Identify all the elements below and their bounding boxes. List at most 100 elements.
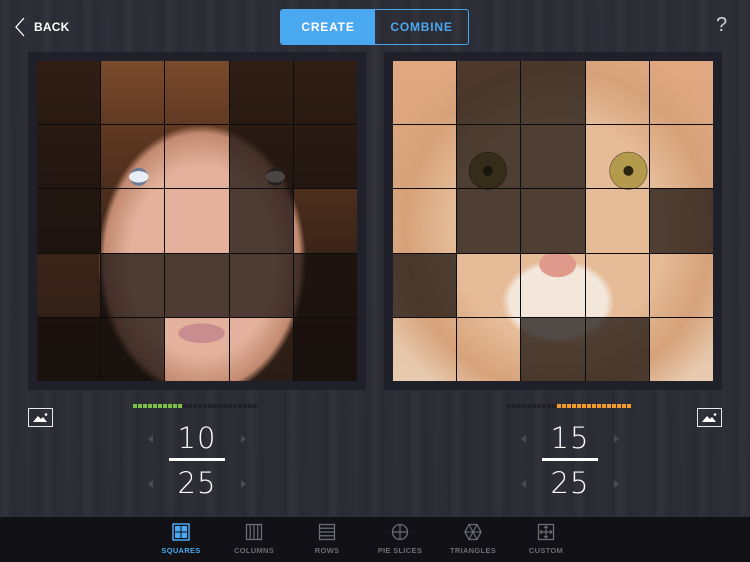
back-button[interactable]: BACK: [14, 14, 69, 40]
puzzle-tile[interactable]: [37, 125, 101, 189]
tool-label: TRIANGLES: [449, 546, 497, 555]
puzzle-tile[interactable]: [165, 253, 229, 318]
puzzle-tile[interactable]: [393, 317, 457, 381]
puzzle-tile[interactable]: [293, 189, 357, 253]
puzzle-tile[interactable]: [37, 189, 101, 253]
puzzle-tile[interactable]: [37, 317, 101, 381]
puzzle-tile[interactable]: [393, 125, 457, 189]
puzzle-tile[interactable]: [393, 189, 457, 253]
meter-segment: [522, 404, 526, 408]
puzzle-tile[interactable]: [585, 253, 649, 317]
puzzle-tile[interactable]: [101, 253, 165, 318]
meter-segment: [223, 404, 227, 408]
meter-segment: [582, 404, 586, 408]
meter-segment: [253, 404, 257, 408]
tool-label: SQUARES: [161, 546, 201, 555]
tool-rows[interactable]: ROWS: [292, 523, 362, 561]
meter-segment: [173, 404, 177, 408]
meter-segment: [602, 404, 606, 408]
puzzle-tile[interactable]: [165, 125, 229, 189]
meter-segment: [617, 404, 621, 408]
puzzle-tile[interactable]: [457, 189, 521, 253]
puzzle-tile[interactable]: [521, 125, 585, 189]
meter-segment: [607, 404, 611, 408]
meter-segment: [587, 404, 591, 408]
puzzle-tile[interactable]: [37, 61, 101, 125]
puzzle-tile[interactable]: [101, 317, 165, 381]
left-denominator-decrement-arrow[interactable]: [148, 480, 153, 488]
puzzle-tile[interactable]: [457, 317, 521, 381]
puzzle-tile[interactable]: [585, 189, 649, 253]
meter-segment: [557, 404, 561, 408]
puzzle-tile[interactable]: [393, 253, 457, 318]
puzzle-tile[interactable]: [165, 317, 229, 381]
right-fraction-bar: [542, 458, 598, 461]
chevron-left-icon: [15, 17, 25, 37]
puzzle-tile[interactable]: [229, 317, 293, 381]
meter-segment: [622, 404, 626, 408]
tool-pie-slices[interactable]: PIE SLICES: [365, 523, 435, 561]
right-numerator: 15: [550, 421, 590, 455]
meter-segment: [567, 404, 571, 408]
meter-segment: [243, 404, 247, 408]
help-button[interactable]: ?: [716, 14, 727, 37]
right-choose-image-button[interactable]: [697, 408, 722, 427]
puzzle-tile[interactable]: [521, 61, 585, 125]
tool-triangles[interactable]: TRIANGLES: [438, 523, 508, 561]
meter-segment: [592, 404, 596, 408]
puzzle-tile[interactable]: [165, 61, 229, 125]
puzzle-tile[interactable]: [649, 61, 713, 125]
meter-segment: [198, 404, 202, 408]
puzzle-tile[interactable]: [457, 61, 521, 125]
puzzle-tile[interactable]: [521, 317, 585, 381]
right-denominator-decrement-arrow[interactable]: [521, 480, 526, 488]
meter-segment: [532, 404, 536, 408]
left-puzzle-panel: [28, 52, 366, 390]
puzzle-tile[interactable]: [293, 125, 357, 189]
puzzle-tile[interactable]: [457, 253, 521, 317]
puzzle-tile[interactable]: [229, 125, 294, 189]
meter-segment: [577, 404, 581, 408]
puzzle-tile[interactable]: [649, 317, 713, 381]
tool-label: PIE SLICES: [377, 546, 423, 555]
puzzle-tile[interactable]: [649, 189, 713, 253]
puzzle-tile[interactable]: [101, 61, 165, 125]
puzzle-tile[interactable]: [649, 125, 713, 189]
meter-segment: [143, 404, 147, 408]
tool-custom[interactable]: CUSTOM: [511, 523, 581, 561]
puzzle-tile[interactable]: [229, 253, 294, 318]
left-choose-image-button[interactable]: [28, 408, 53, 427]
pie-slices-icon: [391, 523, 409, 541]
puzzle-tile[interactable]: [521, 253, 585, 317]
puzzle-tile[interactable]: [585, 61, 649, 125]
puzzle-tile[interactable]: [293, 61, 357, 125]
mode-segmented-control: CREATE COMBINE: [280, 9, 469, 45]
tool-label: ROWS: [314, 546, 340, 555]
tool-columns[interactable]: COLUMNS: [219, 523, 289, 561]
right-denominator-increment-arrow[interactable]: [614, 480, 619, 488]
puzzle-tile[interactable]: [585, 125, 649, 189]
puzzle-tile[interactable]: [101, 125, 165, 189]
triangles-icon: [464, 523, 482, 541]
puzzle-tile[interactable]: [229, 61, 294, 125]
puzzle-tile[interactable]: [229, 189, 294, 253]
puzzle-tile[interactable]: [585, 317, 650, 381]
left-denominator-increment-arrow[interactable]: [241, 480, 246, 488]
puzzle-tile[interactable]: [521, 189, 585, 253]
shape-toolbar: SQUARES COLUMNS ROWS PIE SLICES TRIANGLE…: [0, 517, 750, 562]
meter-segment: [193, 404, 197, 408]
puzzle-tile[interactable]: [37, 253, 101, 317]
puzzle-tile[interactable]: [293, 253, 357, 318]
puzzle-tile[interactable]: [101, 189, 165, 253]
puzzle-tile[interactable]: [393, 61, 457, 125]
puzzle-tile[interactable]: [165, 189, 229, 253]
tab-create[interactable]: CREATE: [281, 10, 375, 44]
meter-segment: [218, 404, 222, 408]
tab-combine[interactable]: COMBINE: [375, 10, 468, 44]
puzzle-tile[interactable]: [457, 125, 521, 189]
meter-segment: [133, 404, 137, 408]
puzzle-tile[interactable]: [293, 317, 357, 381]
tool-squares[interactable]: SQUARES: [146, 523, 216, 561]
puzzle-tile[interactable]: [649, 253, 713, 317]
meter-segment: [542, 404, 546, 408]
